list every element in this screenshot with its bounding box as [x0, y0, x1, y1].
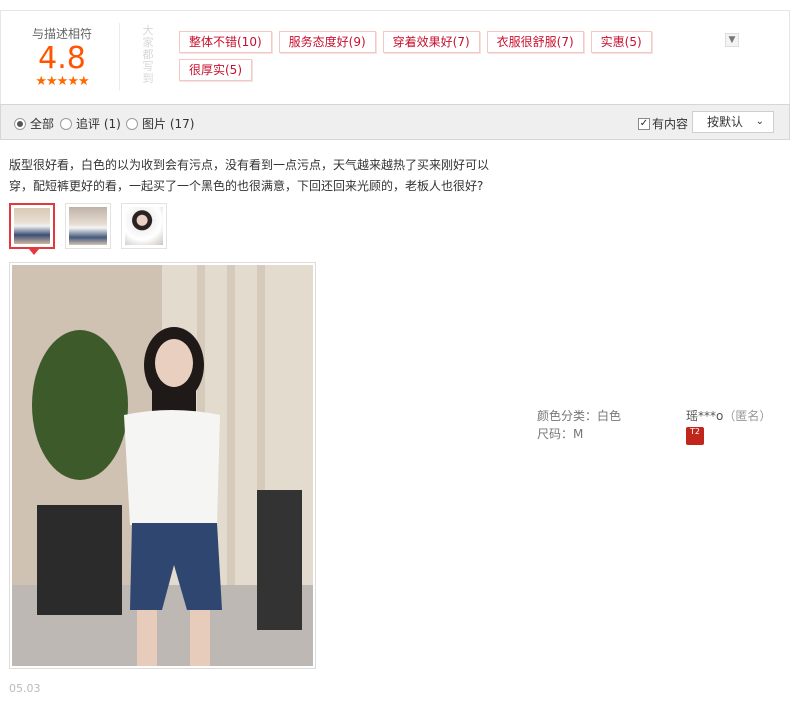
sku-color: 颜色分类：白色 — [537, 409, 622, 423]
radio-icon[interactable] — [14, 117, 26, 130]
chevron-down-icon: ▼ — [728, 35, 736, 45]
vertical-note: 大家都写到 — [142, 24, 154, 85]
anonymous-tag: （匿名） — [723, 409, 772, 423]
tag-wear-effect[interactable]: 穿着效果好(7) — [382, 31, 480, 53]
divider — [119, 23, 120, 91]
thumbnail[interactable] — [121, 203, 167, 249]
tag-thick[interactable]: 很厚实(5) — [179, 59, 252, 81]
tag-value[interactable]: 实惠(5) — [590, 31, 652, 53]
expand-tags-button[interactable]: ▼ — [725, 33, 739, 47]
filter-all[interactable]: 全部 — [14, 115, 54, 132]
sort-select[interactable]: 按默认 ⌄ — [692, 111, 774, 133]
score-title: 与描述相符 — [31, 27, 92, 41]
has-content-label: 有内容 — [652, 117, 689, 131]
tag-comfort[interactable]: 衣服很舒服(7) — [486, 31, 584, 53]
chevron-down-icon: ⌄ — [755, 116, 764, 127]
tag-list: 整体不错(10) 服务态度好(9) 穿着效果好(7) 衣服很舒服(7) 实惠(5) 很厚… — [179, 31, 719, 87]
sort-label: 按默认 — [707, 115, 744, 129]
review-photo[interactable] — [9, 262, 316, 669]
thumbnail-image — [125, 207, 163, 245]
filter-pictures[interactable]: 图片 (17) — [126, 115, 194, 132]
thumbnail[interactable] — [9, 203, 55, 255]
tag-overall[interactable]: 整体不错(10) — [179, 31, 272, 53]
filter-append[interactable]: 追评 (1) — [60, 115, 121, 132]
filter-pictures-label: 图片 (17) — [142, 117, 195, 131]
rating-panel: 与描述相符 4.8 ★★★★★ 大家都写到 整体不错(10) 服务态度好(9) 穿着… — [0, 10, 790, 104]
score-box: 与描述相符 4.8 ★★★★★ — [21, 25, 103, 88]
radio-icon[interactable] — [60, 117, 72, 130]
filter-append-label: 追评 (1) — [76, 117, 121, 131]
checkmark-icon[interactable]: ✓ — [638, 117, 650, 130]
review-photo-image — [12, 265, 313, 666]
thumbnail-image — [69, 207, 107, 245]
filter-all-label: 全部 — [30, 117, 55, 131]
stars-icon: ★★★★★ — [35, 74, 89, 89]
score-value: 4.8 — [38, 41, 86, 76]
review-text: 版型很好看，白色的以为收到会有污点，没有看到一点污点，天气越来越热了买来刚好可以… — [9, 158, 490, 193]
thumbnail-strip — [9, 203, 177, 255]
review-date: 05.03 — [9, 682, 41, 695]
tag-service[interactable]: 服务态度好(9) — [278, 31, 376, 53]
vip-badge-icon: T2 — [686, 427, 704, 445]
reviewer-name: 瑶***o — [686, 409, 724, 423]
filter-bar: 全部 追评 (1) 图片 (17) ✓ 有内容 按默认 ⌄ — [0, 104, 790, 140]
reviewer: 瑶***o（匿名） — [686, 407, 771, 424]
active-indicator-icon — [29, 249, 39, 255]
radio-icon[interactable] — [126, 117, 138, 130]
thumbnail[interactable] — [65, 203, 111, 249]
has-content-checkbox[interactable]: ✓ 有内容 — [638, 115, 688, 132]
sku-info: 颜色分类：白色 尺码：M — [537, 407, 621, 443]
sku-size: 尺码：M — [537, 427, 584, 441]
thumbnail-image — [14, 208, 50, 244]
